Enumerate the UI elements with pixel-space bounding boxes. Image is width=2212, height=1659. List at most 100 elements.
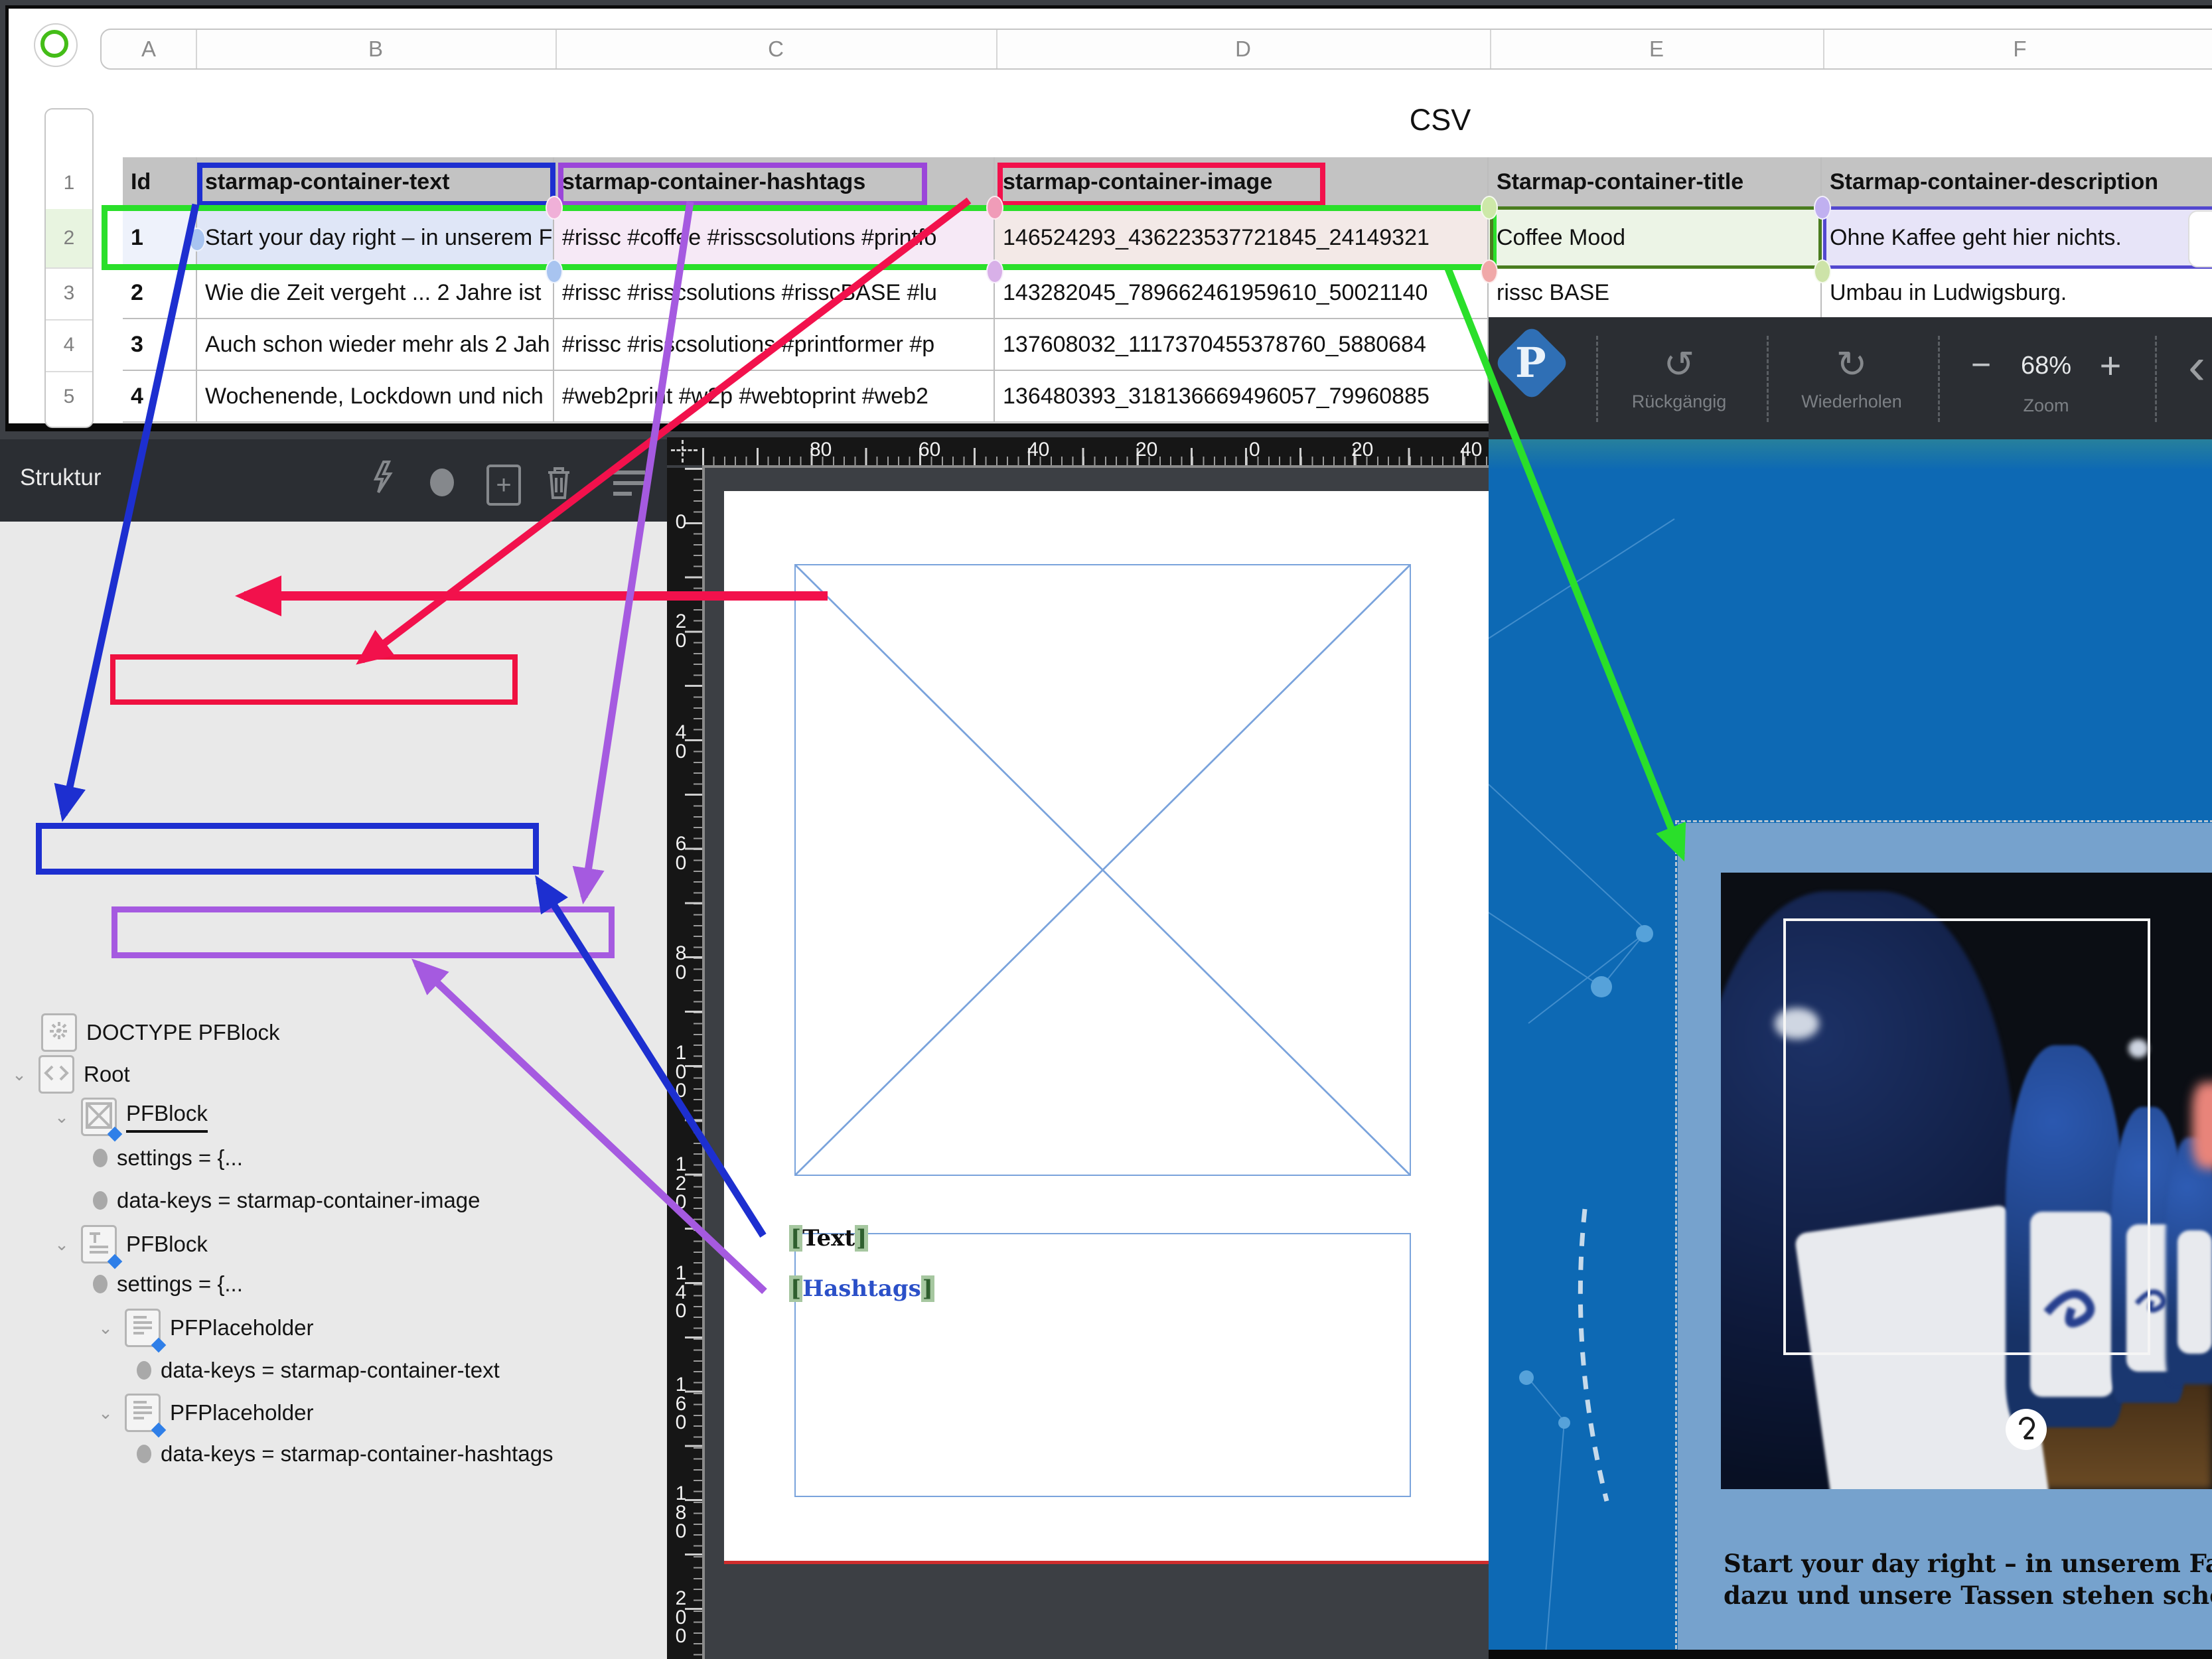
cell-a5[interactable]: 4 (123, 371, 197, 423)
column-letter-e[interactable]: E (1490, 30, 1824, 68)
tree-item-root[interactable]: ⌄ Root (9, 1059, 130, 1090)
highlight-box-red-datakeys-image (110, 654, 518, 705)
selection-handle[interactable] (1814, 196, 1831, 220)
cell-e3[interactable]: rissc BASE (1489, 267, 1822, 319)
cell-d4[interactable]: 137608032_1117370455378760_5880684 (995, 319, 1489, 371)
chevron-down-icon[interactable]: ⌄ (9, 1064, 29, 1085)
toolbar-separator (1596, 336, 1598, 422)
chevron-down-icon[interactable]: ⌄ (96, 1403, 115, 1423)
menu-icon[interactable] (612, 469, 646, 501)
tree-label: PFBlock (126, 1101, 208, 1133)
row-number[interactable]: 1 (46, 157, 92, 210)
selection-handle[interactable] (1481, 259, 1498, 283)
printformer-logo-letter: P (1515, 338, 1546, 387)
cell-c3[interactable]: #rissc #risscsolutions #risscBASE #lu (554, 267, 995, 319)
chevron-down-icon[interactable]: ⌄ (52, 1107, 72, 1127)
selection-box-f2 (1823, 206, 2212, 269)
cell-d5[interactable]: 136480393_318136669496057_79960885 (995, 371, 1489, 423)
cell-f3[interactable]: Umbau in Ludwigsburg. (1822, 267, 2212, 319)
row-number[interactable]: 5 (46, 371, 92, 423)
cell-b3[interactable]: Wie die Zeit vergeht ... 2 Jahre ist (197, 267, 554, 319)
column-letter-f[interactable]: F (1823, 30, 2212, 68)
selection-bracket-icon: ] (921, 1275, 934, 1302)
photo-inner-frame (1783, 918, 2150, 1355)
column-letter-b[interactable]: B (196, 30, 557, 68)
cell-a4[interactable]: 3 (123, 319, 197, 371)
toolbar-separator (1767, 336, 1769, 422)
ruler-left: 0 20 40 60 80 100 120 140 160 180 200 (667, 468, 702, 1659)
tree-item-datakeys-hashtags[interactable]: data-keys = starmap-container-hashtags (137, 1439, 553, 1469)
chevron-down-icon[interactable]: ⌄ (52, 1234, 72, 1255)
zoom-out-icon[interactable]: − (1971, 345, 1991, 385)
card-text-line2: dazu und unsere Tassen stehen schon bere… (1724, 1581, 2212, 1610)
tree-item-placeholder-2[interactable]: ⌄ PFPlaceholder (96, 1398, 313, 1428)
sheet-title: CSV (1331, 103, 1550, 137)
hashtags-placeholder-label[interactable]: [ Hashtags ] (789, 1275, 934, 1302)
toolbar-separator (1938, 336, 1940, 422)
column-letter-c[interactable]: C (555, 30, 997, 68)
cell-c4[interactable]: #rissc #risscsolutions #printformer #p (554, 319, 995, 371)
tree-item-doctype[interactable]: DOCTYPE PFBlock (41, 1017, 280, 1048)
cell-popover-stub[interactable] (2188, 210, 2212, 267)
column-letter-d[interactable]: D (996, 30, 1491, 68)
screen: Struktur + DOCTYPE PFBlock ⌄ Root ⌄ (0, 0, 2212, 1659)
record-icon[interactable] (430, 469, 454, 496)
cell-c5[interactable]: #web2print #w2p #webtoprint #web2 (554, 371, 995, 423)
cell-d3[interactable]: 143282045_789662461959610_50021140 (995, 267, 1489, 319)
selection-handle[interactable] (188, 228, 206, 252)
row-number[interactable]: 2 (46, 209, 92, 269)
trash-icon[interactable] (543, 463, 575, 505)
selection-bracket-icon: ] (855, 1225, 868, 1252)
selection-handle[interactable] (1481, 196, 1498, 220)
highlight-box-blue-header-text (197, 163, 555, 206)
selection-handle[interactable] (986, 259, 1003, 283)
layout-page[interactable]: [ Text ] [ Hashtags ] (724, 491, 1489, 1564)
text-placeholder-label[interactable]: [ Text ] (789, 1225, 868, 1252)
undo-icon[interactable]: ↺ (1664, 342, 1695, 386)
placeholder-icon (125, 1309, 161, 1347)
cell-a3[interactable]: 2 (123, 267, 197, 319)
image-placeholder-frame[interactable] (794, 564, 1411, 1176)
tree-label: PFPlaceholder (170, 1315, 313, 1340)
tree-item-datakeys-text[interactable]: data-keys = starmap-container-text (137, 1355, 500, 1386)
row-number[interactable]: 4 (46, 319, 92, 372)
header-cell-id[interactable]: Id (123, 157, 197, 209)
add-block-icon[interactable]: + (486, 465, 521, 506)
header-cell-title[interactable]: Starmap-container-title (1489, 157, 1822, 209)
undo-label[interactable]: Rückgängig (1632, 392, 1727, 412)
row-number[interactable]: 3 (46, 267, 92, 321)
ruler-top: 80 60 40 20 0 20 40 (702, 437, 1489, 465)
selection-handle[interactable] (1814, 259, 1831, 283)
redo-icon[interactable]: ↻ (1836, 342, 1868, 386)
zoom-label: Zoom (2023, 396, 2069, 416)
tree-item-pfblock-image[interactable]: ⌄ PFBlock (52, 1102, 208, 1132)
highlight-box-purple-datakeys-hashtags (111, 906, 615, 958)
attribute-dot-icon (93, 1275, 108, 1293)
column-letter-a[interactable]: A (102, 30, 197, 68)
struktur-panel: Struktur + (0, 439, 667, 522)
tree-item-datakeys-image[interactable]: data-keys = starmap-container-image (93, 1185, 480, 1216)
tree-item-placeholder-1[interactable]: ⌄ PFPlaceholder (96, 1313, 313, 1343)
cell-b4[interactable]: Auch schon wieder mehr als 2 Jah (197, 319, 554, 371)
collapse-icon[interactable]: ‹ (2188, 336, 2205, 396)
selection-handle[interactable] (546, 196, 563, 220)
zoom-in-icon[interactable]: + (2100, 344, 2122, 387)
cell-b5[interactable]: Wochenende, Lockdown und nich (197, 371, 554, 423)
preview-card: Start your day right – in unserem Fall g… (1678, 823, 2212, 1659)
chevron-down-icon[interactable]: ⌄ (96, 1318, 115, 1338)
tree-item-pfblock-text[interactable]: ⌄ PFBlock (52, 1229, 208, 1260)
text-placeholder-frame[interactable] (794, 1233, 1411, 1497)
tree-item-settings-2[interactable]: settings = {... (93, 1269, 243, 1299)
tree-label: data-keys = starmap-container-text (161, 1358, 500, 1383)
selection-handle[interactable] (546, 259, 563, 283)
lightning-icon[interactable] (370, 461, 393, 502)
header-cell-description[interactable]: Starmap-container-description (1822, 157, 2212, 209)
traffic-light-green[interactable] (40, 30, 68, 58)
redo-label[interactable]: Wiederholen (1801, 392, 1902, 412)
selection-handle[interactable] (986, 196, 1003, 220)
page-trim-line (724, 1561, 1489, 1564)
tree-label: Root (84, 1062, 130, 1087)
tree-item-settings-1[interactable]: settings = {... (93, 1143, 243, 1173)
row-number-column: 1 2 3 4 5 (44, 108, 94, 428)
printformer-panel: P ↺ Rückgängig ↻ Wiederholen − 68% + Zoo… (1489, 317, 2212, 1659)
